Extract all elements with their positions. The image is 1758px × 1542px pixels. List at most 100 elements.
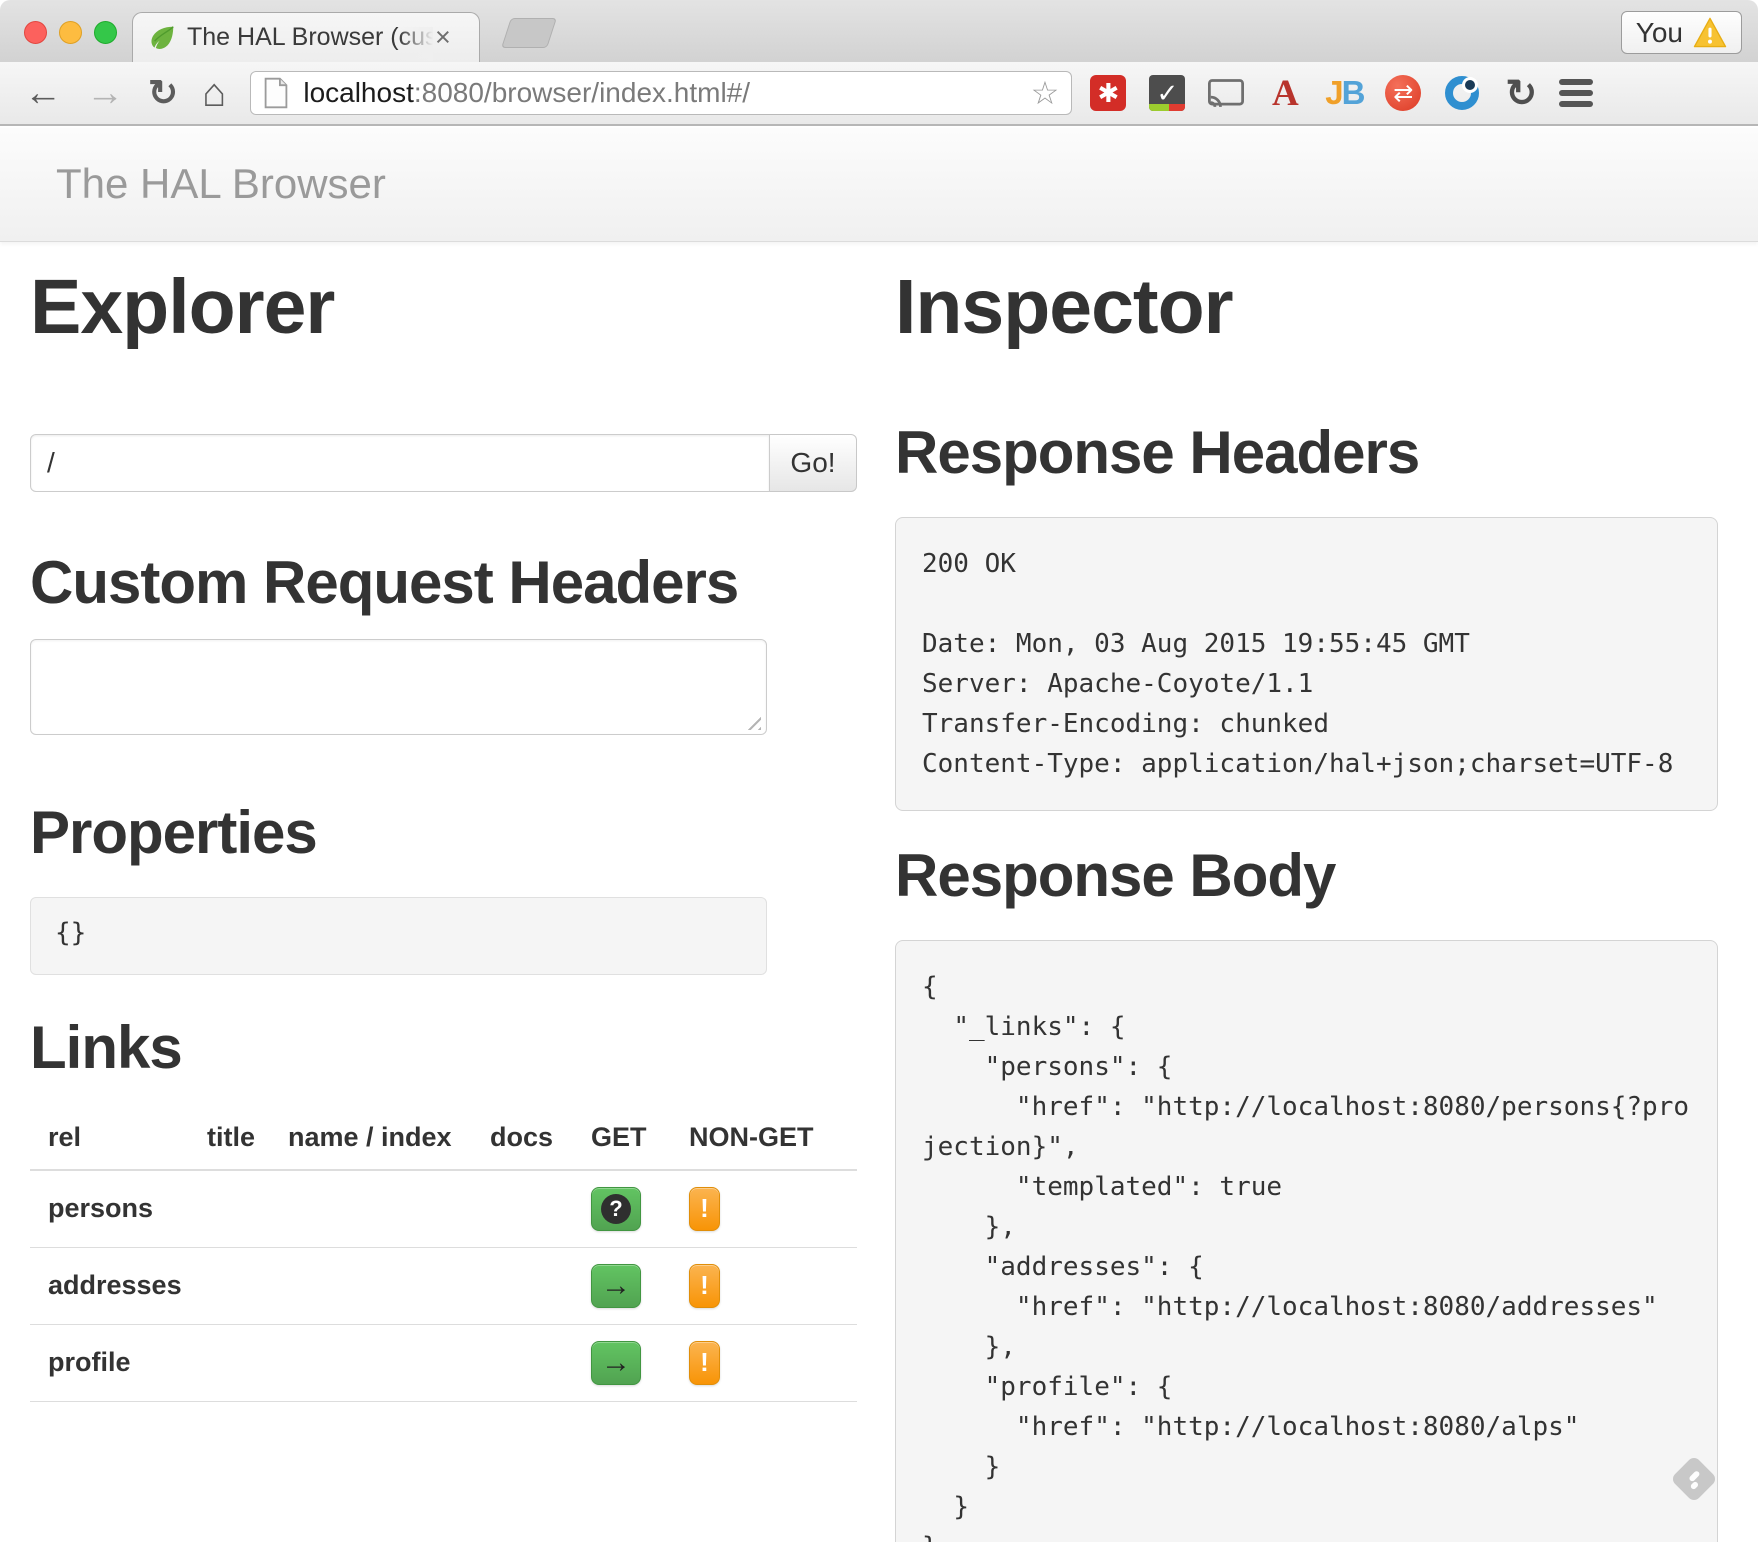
tab-reloader-extension-icon[interactable]: ↻ <box>1503 75 1539 111</box>
bookmark-star-icon[interactable]: ☆ <box>1031 74 1060 112</box>
new-tab-button[interactable] <box>501 18 557 48</box>
get-templated-button[interactable]: ? <box>591 1187 641 1231</box>
exclamation-icon: ! <box>700 1347 709 1378</box>
non-get-button[interactable]: ! <box>689 1341 720 1385</box>
explorer-title: Explorer <box>30 263 857 352</box>
menu-icon[interactable] <box>1559 79 1593 107</box>
title-cell <box>207 1170 288 1247</box>
tab-strip: The HAL Browser (customiz × You <box>0 0 1758 62</box>
address-input-row: Go! <box>30 434 857 492</box>
tab-close-icon[interactable]: × <box>435 24 451 51</box>
lastpass-extension-icon[interactable]: ✱ <box>1090 75 1126 111</box>
page-icon <box>263 77 289 109</box>
col-rel: rel <box>30 1112 207 1170</box>
question-icon: ? <box>601 1194 631 1224</box>
link-row-persons: persons ? ! <box>30 1170 857 1247</box>
explorer-panel: Explorer Go! Custom Request Headers Prop… <box>30 243 857 1402</box>
col-title: title <box>207 1112 288 1170</box>
exclamation-icon: ! <box>700 1270 709 1301</box>
browser-tab[interactable]: The HAL Browser (customiz × <box>132 12 480 62</box>
url-text[interactable]: localhost:8080/browser/index.html#/ <box>303 77 1022 109</box>
browser-toolbar: ← → ↻ ⌂ localhost:8080/browser/index.htm… <box>0 62 1758 126</box>
resource-path-input[interactable] <box>30 434 770 492</box>
get-cell: → <box>591 1324 689 1401</box>
close-window-button[interactable] <box>24 21 47 44</box>
browser-window: The HAL Browser (customiz × You ← → ↻ ⌂ … <box>0 0 1758 1542</box>
page-content: Explorer Go! Custom Request Headers Prop… <box>0 243 1758 1542</box>
warning-icon <box>1693 17 1727 48</box>
get-button[interactable]: → <box>591 1341 641 1385</box>
sync-extension-icon[interactable]: ⇄ <box>1385 75 1421 111</box>
col-get: GET <box>591 1112 689 1170</box>
acrobat-extension-icon[interactable]: A <box>1267 75 1303 111</box>
link-row-addresses: addresses → ! <box>30 1247 857 1324</box>
response-body-content: { "_links": { "persons": { "href": "http… <box>895 940 1718 1542</box>
go-button[interactable]: Go! <box>770 434 857 492</box>
green-strip <box>1149 104 1169 111</box>
name-index-cell <box>288 1247 490 1324</box>
minimize-window-button[interactable] <box>59 21 82 44</box>
title-cell <box>207 1247 288 1324</box>
profile-label: You <box>1636 17 1683 49</box>
url-path: :8080/browser/index.html#/ <box>414 77 750 108</box>
dial-extension-icon[interactable] <box>1444 75 1480 111</box>
feedly-mini-icon[interactable] <box>1668 1453 1720 1505</box>
checker-extension-icon[interactable]: ✓ <box>1149 75 1185 111</box>
name-index-cell <box>288 1324 490 1401</box>
reload-button[interactable]: ↻ <box>148 75 178 111</box>
rel-label: profile <box>30 1324 207 1401</box>
col-non-get: NON-GET <box>689 1112 857 1170</box>
custom-headers-textarea[interactable] <box>30 639 767 735</box>
response-headers-content: 200 OK Date: Mon, 03 Aug 2015 19:55:45 G… <box>895 517 1718 811</box>
address-bar[interactable]: localhost:8080/browser/index.html#/ ☆ <box>250 71 1072 115</box>
custom-request-headers-title: Custom Request Headers <box>30 548 857 617</box>
home-button[interactable]: ⌂ <box>202 73 226 113</box>
jetbrains-extension-icon[interactable]: JB <box>1326 75 1362 111</box>
red-strip <box>1169 104 1185 111</box>
links-header-row: rel title name / index docs GET NON-GET <box>30 1112 857 1170</box>
docs-cell <box>490 1247 591 1324</box>
exclamation-icon: ! <box>700 1193 709 1224</box>
get-button[interactable]: → <box>591 1264 641 1308</box>
extension-icons: ✱ ✓ A JB ⇄ ↻ <box>1090 75 1539 111</box>
get-cell: → <box>591 1247 689 1324</box>
nonget-cell: ! <box>689 1170 857 1247</box>
profile-button[interactable]: You <box>1621 11 1742 54</box>
spring-leaf-favicon <box>147 23 177 53</box>
back-button[interactable]: ← <box>24 74 62 112</box>
non-get-button[interactable]: ! <box>689 1187 720 1231</box>
rel-label: persons <box>30 1170 207 1247</box>
arrow-right-icon: → <box>601 1346 631 1380</box>
inspector-title: Inspector <box>895 263 1718 352</box>
col-docs: docs <box>490 1112 591 1170</box>
rel-label: addresses <box>30 1247 207 1324</box>
dial-ring <box>1445 76 1479 110</box>
arrow-right-icon: → <box>601 1269 631 1303</box>
link-row-profile: profile → ! <box>30 1324 857 1401</box>
dial-dot <box>1462 77 1478 93</box>
name-index-cell <box>288 1170 490 1247</box>
tab-title: The HAL Browser (customiz <box>187 23 433 52</box>
jb-b: B <box>1342 74 1364 112</box>
traffic-lights <box>24 21 117 44</box>
title-cell <box>207 1324 288 1401</box>
docs-cell <box>490 1324 591 1401</box>
jb-j: J <box>1325 74 1341 112</box>
response-body-title: Response Body <box>895 841 1718 910</box>
links-title: Links <box>30 1013 857 1082</box>
nonget-cell: ! <box>689 1324 857 1401</box>
links-table: rel title name / index docs GET NON-GET … <box>30 1112 857 1402</box>
forward-button[interactable]: → <box>86 74 124 112</box>
response-headers-title: Response Headers <box>895 418 1718 487</box>
get-cell: ? <box>591 1170 689 1247</box>
tab-title-fade <box>399 27 433 61</box>
site-header: The HAL Browser <box>0 128 1758 242</box>
non-get-button[interactable]: ! <box>689 1264 720 1308</box>
zoom-window-button[interactable] <box>94 21 117 44</box>
chromecast-extension-icon[interactable] <box>1208 75 1244 111</box>
url-host: localhost <box>303 77 414 108</box>
nonget-cell: ! <box>689 1247 857 1324</box>
site-brand: The HAL Browser <box>56 160 1758 208</box>
docs-cell <box>490 1170 591 1247</box>
properties-value: {} <box>30 897 767 975</box>
